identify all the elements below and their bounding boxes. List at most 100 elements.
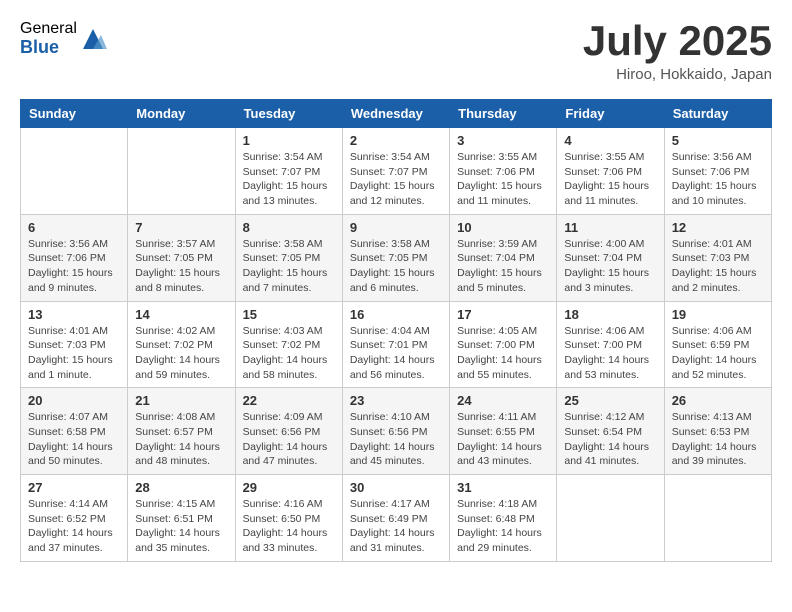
logo: General Blue xyxy=(20,20,107,57)
calendar-cell: 18Sunrise: 4:06 AM Sunset: 7:00 PM Dayli… xyxy=(557,301,664,388)
day-number: 17 xyxy=(457,307,549,322)
day-number: 5 xyxy=(672,133,764,148)
calendar-cell: 16 Sunrise: 4:04 AM Sunset: 7:01 PM Dayli… xyxy=(342,301,449,388)
calendar-cell: 21 Sunrise: 4:08 AM Sunset: 6:57 PM Dayli… xyxy=(128,388,235,475)
calendar-cell: 31 Sunrise: 4:18 AM Sunset: 6:48 PM Dayli… xyxy=(450,475,557,562)
day-info: Sunrise: 3:56 AM Sunset: 7:06 PM Dayligh… xyxy=(28,237,120,296)
day-info: Sunrise: 4:15 AM Sunset: 6:51 PM Dayligh… xyxy=(135,497,227,556)
day-number: 3 xyxy=(457,133,549,148)
month-title: July 2025 xyxy=(583,20,772,62)
day-number: 31 xyxy=(457,480,549,495)
calendar-cell xyxy=(128,128,235,215)
weekday-header: Wednesday xyxy=(342,100,449,128)
day-info: Sunrise: 4:08 AM Sunset: 6:57 PM Dayligh… xyxy=(135,410,227,469)
logo-blue: Blue xyxy=(20,38,77,58)
day-number: 20 xyxy=(28,393,120,408)
calendar-cell: 30 Sunrise: 4:17 AM Sunset: 6:49 PM Dayli… xyxy=(342,475,449,562)
calendar-cell: 3 Sunrise: 3:55 AM Sunset: 7:06 PM Daylig… xyxy=(450,128,557,215)
day-info: Sunrise: 3:55 AM Sunset: 7:06 PM Dayligh… xyxy=(457,150,549,209)
calendar-cell xyxy=(21,128,128,215)
calendar-week-row: 27Sunrise: 4:14 AM Sunset: 6:52 PM Dayli… xyxy=(21,475,772,562)
calendar-cell: 9Sunrise: 3:58 AM Sunset: 7:05 PM Daylig… xyxy=(342,214,449,301)
weekday-header: Thursday xyxy=(450,100,557,128)
weekday-header: Saturday xyxy=(664,100,771,128)
day-info: Sunrise: 3:56 AM Sunset: 7:06 PM Dayligh… xyxy=(672,150,764,209)
day-info: Sunrise: 4:03 AM Sunset: 7:02 PM Dayligh… xyxy=(243,324,335,383)
day-number: 19 xyxy=(672,307,764,322)
calendar-cell: 7 Sunrise: 3:57 AM Sunset: 7:05 PM Daylig… xyxy=(128,214,235,301)
day-info: Sunrise: 4:18 AM Sunset: 6:48 PM Dayligh… xyxy=(457,497,549,556)
day-number: 11 xyxy=(564,220,656,235)
weekday-header-row: SundayMondayTuesdayWednesdayThursdayFrid… xyxy=(21,100,772,128)
calendar-cell: 5 Sunrise: 3:56 AM Sunset: 7:06 PM Daylig… xyxy=(664,128,771,215)
day-info: Sunrise: 3:54 AM Sunset: 7:07 PM Dayligh… xyxy=(243,150,335,209)
calendar-week-row: 20 Sunrise: 4:07 AM Sunset: 6:58 PM Dayli… xyxy=(21,388,772,475)
day-info: Sunrise: 4:01 AM Sunset: 7:03 PM Dayligh… xyxy=(672,237,764,296)
day-info: Sunrise: 4:16 AM Sunset: 6:50 PM Dayligh… xyxy=(243,497,335,556)
day-number: 7 xyxy=(135,220,227,235)
calendar-cell: 4 Sunrise: 3:55 AM Sunset: 7:06 PM Daylig… xyxy=(557,128,664,215)
day-number: 16 xyxy=(350,307,442,322)
calendar-cell: 14Sunrise: 4:02 AM Sunset: 7:02 PM Dayli… xyxy=(128,301,235,388)
day-number: 10 xyxy=(457,220,549,235)
calendar-cell: 17 Sunrise: 4:05 AM Sunset: 7:00 PM Dayli… xyxy=(450,301,557,388)
calendar-cell: 29 Sunrise: 4:16 AM Sunset: 6:50 PM Dayli… xyxy=(235,475,342,562)
calendar-cell: 19Sunrise: 4:06 AM Sunset: 6:59 PM Dayli… xyxy=(664,301,771,388)
day-number: 13 xyxy=(28,307,120,322)
calendar-cell: 23Sunrise: 4:10 AM Sunset: 6:56 PM Dayli… xyxy=(342,388,449,475)
calendar-cell: 25 Sunrise: 4:12 AM Sunset: 6:54 PM Dayli… xyxy=(557,388,664,475)
day-info: Sunrise: 3:57 AM Sunset: 7:05 PM Dayligh… xyxy=(135,237,227,296)
day-info: Sunrise: 4:12 AM Sunset: 6:54 PM Dayligh… xyxy=(564,410,656,469)
day-number: 29 xyxy=(243,480,335,495)
day-info: Sunrise: 4:00 AM Sunset: 7:04 PM Dayligh… xyxy=(564,237,656,296)
day-number: 18 xyxy=(564,307,656,322)
day-number: 25 xyxy=(564,393,656,408)
day-number: 2 xyxy=(350,133,442,148)
day-number: 28 xyxy=(135,480,227,495)
day-info: Sunrise: 3:59 AM Sunset: 7:04 PM Dayligh… xyxy=(457,237,549,296)
calendar-cell: 2 Sunrise: 3:54 AM Sunset: 7:07 PM Daylig… xyxy=(342,128,449,215)
calendar-cell: 1Sunrise: 3:54 AM Sunset: 7:07 PM Daylig… xyxy=(235,128,342,215)
day-number: 26 xyxy=(672,393,764,408)
location: Hiroo, Hokkaido, Japan xyxy=(583,66,772,83)
calendar-cell: 26 Sunrise: 4:13 AM Sunset: 6:53 PM Dayli… xyxy=(664,388,771,475)
weekday-header: Tuesday xyxy=(235,100,342,128)
day-number: 6 xyxy=(28,220,120,235)
day-number: 24 xyxy=(457,393,549,408)
day-info: Sunrise: 3:55 AM Sunset: 7:06 PM Dayligh… xyxy=(564,150,656,209)
day-info: Sunrise: 4:01 AM Sunset: 7:03 PM Dayligh… xyxy=(28,324,120,383)
day-number: 4 xyxy=(564,133,656,148)
calendar-cell: 11 Sunrise: 4:00 AM Sunset: 7:04 PM Dayli… xyxy=(557,214,664,301)
day-info: Sunrise: 4:14 AM Sunset: 6:52 PM Dayligh… xyxy=(28,497,120,556)
weekday-header: Sunday xyxy=(21,100,128,128)
calendar-cell: 22 Sunrise: 4:09 AM Sunset: 6:56 PM Dayli… xyxy=(235,388,342,475)
title-area: July 2025 Hiroo, Hokkaido, Japan xyxy=(583,20,772,83)
day-info: Sunrise: 3:54 AM Sunset: 7:07 PM Dayligh… xyxy=(350,150,442,209)
calendar: SundayMondayTuesdayWednesdayThursdayFrid… xyxy=(20,99,772,562)
day-number: 15 xyxy=(243,307,335,322)
day-number: 21 xyxy=(135,393,227,408)
weekday-header: Friday xyxy=(557,100,664,128)
day-info: Sunrise: 4:05 AM Sunset: 7:00 PM Dayligh… xyxy=(457,324,549,383)
calendar-cell: 15 Sunrise: 4:03 AM Sunset: 7:02 PM Dayli… xyxy=(235,301,342,388)
calendar-cell: 8Sunrise: 3:58 AM Sunset: 7:05 PM Daylig… xyxy=(235,214,342,301)
page-header: General Blue July 2025 Hiroo, Hokkaido, … xyxy=(20,20,772,83)
calendar-cell xyxy=(557,475,664,562)
day-number: 22 xyxy=(243,393,335,408)
day-info: Sunrise: 4:07 AM Sunset: 6:58 PM Dayligh… xyxy=(28,410,120,469)
day-number: 12 xyxy=(672,220,764,235)
day-number: 30 xyxy=(350,480,442,495)
calendar-cell: 27Sunrise: 4:14 AM Sunset: 6:52 PM Dayli… xyxy=(21,475,128,562)
day-info: Sunrise: 4:09 AM Sunset: 6:56 PM Dayligh… xyxy=(243,410,335,469)
day-number: 8 xyxy=(243,220,335,235)
day-info: Sunrise: 4:17 AM Sunset: 6:49 PM Dayligh… xyxy=(350,497,442,556)
calendar-week-row: 6 Sunrise: 3:56 AM Sunset: 7:06 PM Daylig… xyxy=(21,214,772,301)
day-info: Sunrise: 4:13 AM Sunset: 6:53 PM Dayligh… xyxy=(672,410,764,469)
logo-icon xyxy=(79,25,107,53)
day-info: Sunrise: 4:04 AM Sunset: 7:01 PM Dayligh… xyxy=(350,324,442,383)
day-number: 14 xyxy=(135,307,227,322)
weekday-header: Monday xyxy=(128,100,235,128)
calendar-cell: 10 Sunrise: 3:59 AM Sunset: 7:04 PM Dayli… xyxy=(450,214,557,301)
calendar-cell: 28 Sunrise: 4:15 AM Sunset: 6:51 PM Dayli… xyxy=(128,475,235,562)
calendar-week-row: 13 Sunrise: 4:01 AM Sunset: 7:03 PM Dayli… xyxy=(21,301,772,388)
